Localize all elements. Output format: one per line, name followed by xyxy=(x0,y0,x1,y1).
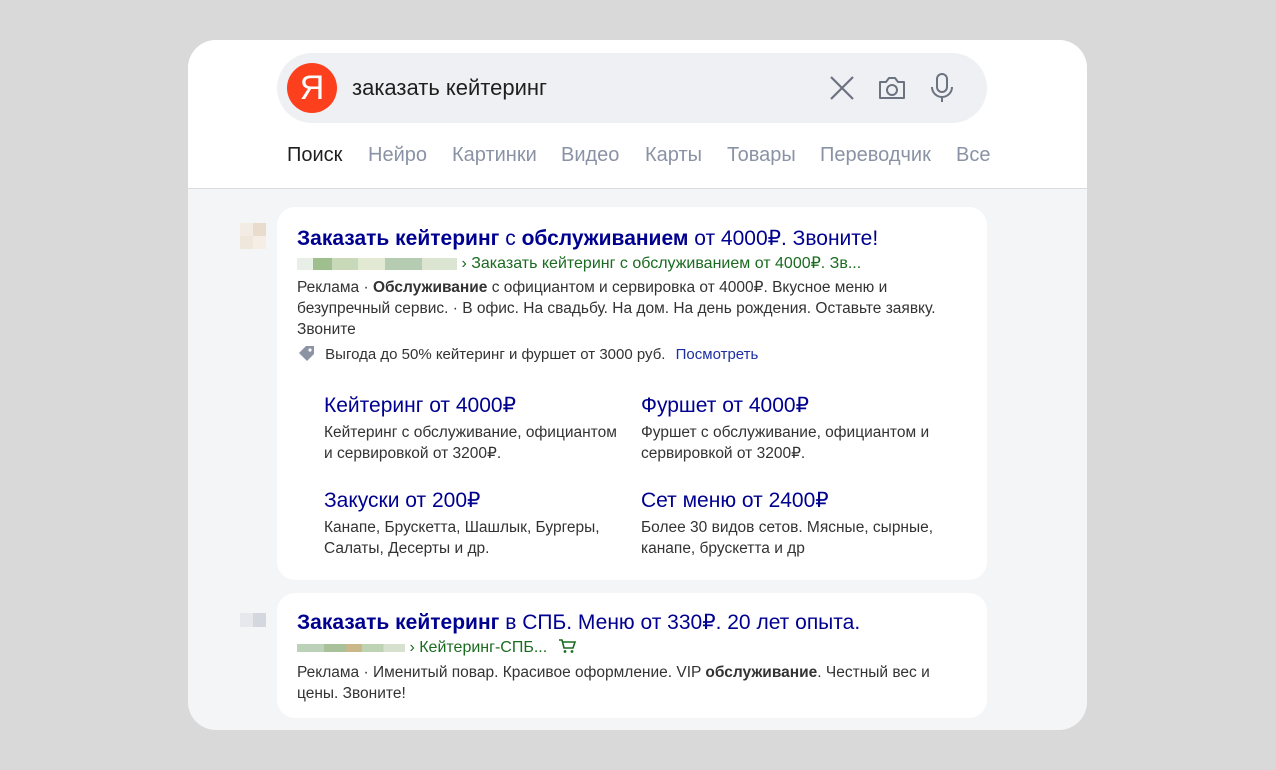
ad-label-1: Реклама · xyxy=(297,279,373,296)
favicon-1 xyxy=(240,223,266,249)
sitelink-catering[interactable]: Кейтеринг от 4000₽ Кейтеринг с обслужива… xyxy=(324,393,624,464)
tab-images[interactable]: Картинки xyxy=(452,144,537,167)
tab-neuro[interactable]: Нейро xyxy=(368,144,427,167)
ad-desc-2-bold: обслуживание xyxy=(705,664,818,681)
search-header: Я заказать кейтеринг Поиск Нейро Картинк… xyxy=(188,40,1087,189)
microphone-icon[interactable] xyxy=(925,71,959,105)
ad-title-2-bold: Заказать кейтеринг xyxy=(297,611,500,634)
ad-title-2[interactable]: Заказать кейтеринг в СПБ. Меню от 330₽. … xyxy=(297,610,860,635)
ad-title-1-bold-b: обслуживанием xyxy=(521,227,689,250)
ad-desc-1: Реклама · Обслуживание с официантом и се… xyxy=(297,277,967,340)
tab-translator[interactable]: Переводчик xyxy=(820,144,931,167)
promo-text: Выгода до 50% кейтеринг и фуршет от 3000… xyxy=(325,346,666,363)
yandex-logo[interactable]: Я xyxy=(287,63,337,113)
tag-icon xyxy=(299,346,314,361)
ad-desc-2-text-a: Реклама · Именитый повар. Красивое оформ… xyxy=(297,664,706,681)
sitelink-desc: Более 30 видов сетов. Мясные, сырные, ка… xyxy=(641,519,934,557)
promo-link[interactable]: Посмотреть xyxy=(676,346,759,363)
chevron-right-icon: › xyxy=(409,639,415,656)
cart-icon xyxy=(558,639,576,653)
browser-window: Я заказать кейтеринг Поиск Нейро Картинк… xyxy=(188,40,1087,730)
ad-card-2: Заказать кейтеринг в СПБ. Меню от 330₽. … xyxy=(277,593,987,718)
sitelink-title[interactable]: Кейтеринг от 4000₽ xyxy=(324,393,624,419)
blurred-domain xyxy=(297,643,405,652)
ad-breadcrumb-1: Заказать кейтеринг с обслуживанием от 40… xyxy=(471,255,862,272)
ad-breadcrumb-2: Кейтеринг-СПБ... xyxy=(419,639,548,656)
search-bar[interactable]: Я заказать кейтеринг xyxy=(277,53,987,123)
ad-desc-2: Реклама · Именитый повар. Красивое оформ… xyxy=(297,662,967,704)
tab-search[interactable]: Поиск xyxy=(287,144,342,167)
ad-desc-1-bold: Обслуживание xyxy=(372,279,488,296)
tab-video[interactable]: Видео xyxy=(561,144,619,167)
ad-title-1-text-a: с xyxy=(499,227,522,250)
sitelink-desc: Фуршет с обслуживание, официантом и серв… xyxy=(641,424,930,462)
ad-url-2[interactable]: › Кейтеринг-СПБ... xyxy=(297,638,576,658)
tab-maps[interactable]: Карты xyxy=(645,144,702,167)
tab-all[interactable]: Все xyxy=(956,144,990,167)
blurred-domain xyxy=(297,257,457,270)
camera-icon[interactable] xyxy=(875,71,909,105)
ad-card-1: Заказать кейтеринг с обслуживанием от 40… xyxy=(277,207,987,580)
ad-title-2-text: в СПБ. Меню от 330₽. 20 лет опыта. xyxy=(499,611,861,634)
sitelink-title[interactable]: Сет меню от 2400₽ xyxy=(641,488,941,514)
sitelink-title[interactable]: Закуски от 200₽ xyxy=(324,488,624,514)
ad-title-1-text-b: от 4000₽. Звоните! xyxy=(688,227,879,250)
clear-icon[interactable] xyxy=(825,71,859,105)
ad-title-1-bold-a: Заказать кейтеринг xyxy=(297,227,500,250)
sitelink-set-menu[interactable]: Сет меню от 2400₽ Более 30 видов сетов. … xyxy=(641,488,941,559)
sitelink-snacks[interactable]: Закуски от 200₽ Канапе, Брускетта, Шашлы… xyxy=(324,488,624,559)
sitelink-buffet[interactable]: Фуршет от 4000₽ Фуршет с обслуживание, о… xyxy=(641,393,941,464)
sitelink-title[interactable]: Фуршет от 4000₽ xyxy=(641,393,941,419)
tab-products[interactable]: Товары xyxy=(727,144,796,167)
search-input[interactable]: заказать кейтеринг xyxy=(352,75,547,101)
favicon-2 xyxy=(240,613,266,627)
chevron-right-icon: › xyxy=(461,255,467,272)
sitelink-desc: Кейтеринг с обслуживание, официантом и с… xyxy=(324,424,617,462)
sitelink-desc: Канапе, Брускетта, Шашлык, Бургеры, Сала… xyxy=(324,519,600,557)
ad-title-1[interactable]: Заказать кейтеринг с обслуживанием от 40… xyxy=(297,226,878,251)
ad-url-1[interactable]: › Заказать кейтеринг с обслуживанием от … xyxy=(297,253,861,273)
ad-promo-1: Выгода до 50% кейтеринг и фуршет от 3000… xyxy=(297,344,758,363)
